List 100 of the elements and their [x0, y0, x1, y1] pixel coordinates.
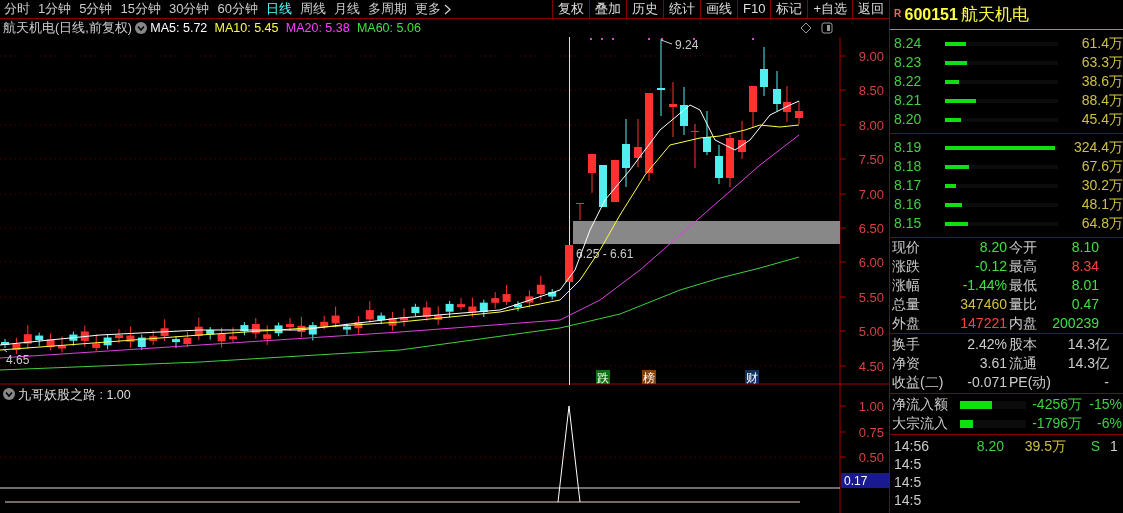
order-volume: 48.1万 [1081, 195, 1123, 214]
toolbar-button[interactable]: 历史 [626, 0, 663, 18]
order-volume: 67.6万 [1081, 157, 1123, 176]
order-volume: 64.8万 [1081, 214, 1123, 233]
order-volume: 88.4万 [1081, 91, 1123, 110]
price-axis-label: 5.50 [858, 290, 884, 305]
period-tab[interactable]: 多周期 [363, 0, 411, 18]
toolbar-button[interactable]: 复权 [552, 0, 589, 18]
flow-percent: -15% [1088, 395, 1122, 414]
tick-time: 14:5 [894, 473, 922, 491]
stat-label: 最高 [1009, 257, 1038, 276]
stat-value: 14.3亿 [1066, 335, 1110, 354]
flow-percent: -6% [1096, 414, 1122, 433]
order-price: 8.18 [894, 157, 923, 176]
toolbar-button[interactable]: F10 [737, 0, 771, 18]
stat-label: 外盘 [892, 314, 921, 333]
toolbar-button[interactable]: 画线 [700, 0, 737, 18]
order-price: 8.16 [894, 195, 923, 214]
order-volume: 324.4万 [1073, 138, 1123, 157]
tick-time: 14:5 [894, 491, 922, 509]
diamond-icon[interactable] [799, 22, 812, 34]
toolbar-button[interactable]: 返回 [852, 0, 889, 18]
event-tag: 财 [745, 370, 759, 385]
period-tab[interactable]: 日线 [261, 0, 296, 18]
flow-label: 净流入额 [892, 395, 949, 414]
stat-value: 0.47 [1070, 295, 1100, 314]
stat-value: -0.071 [966, 373, 1008, 392]
high-price-label: 9.24 [660, 38, 699, 52]
stat-value: -1.44% [961, 276, 1008, 295]
ma-value: MA20: 5.38 [285, 20, 350, 37]
order-price: 8.23 [894, 53, 923, 72]
order-volume: 45.4万 [1081, 110, 1123, 129]
price-axis-label: 6.50 [858, 221, 884, 236]
stat-label: 总量 [892, 295, 921, 314]
tick-volume: 39.5万 [1023, 437, 1066, 455]
tick-time: 14:5 [894, 455, 922, 473]
period-tab[interactable]: 周线 [295, 0, 330, 18]
low-price-label: 4.65 [2, 348, 30, 367]
stat-value: 8.34 [1070, 257, 1100, 276]
dropdown-icon[interactable] [135, 22, 148, 34]
stat-value: - [1103, 373, 1110, 392]
stat-value: 3.61 [978, 354, 1008, 373]
stat-value: 2.42% [966, 335, 1008, 354]
price-axis-label: 4.50 [858, 359, 884, 374]
stat-value: 347460 [959, 295, 1008, 314]
stat-label: 今开 [1009, 238, 1038, 257]
order-price: 8.15 [894, 214, 923, 233]
tick-time: 14:56 [894, 437, 931, 455]
order-volume: 63.3万 [1081, 53, 1123, 72]
indicator-axis-label: 0.75 [858, 425, 884, 440]
period-tab[interactable]: 月线 [329, 0, 364, 18]
stat-label: 涨跌 [892, 257, 921, 276]
toolbar-button[interactable]: 叠加 [589, 0, 626, 18]
stat-value: 200239 [1051, 314, 1100, 333]
panel-toggle-icon[interactable] [821, 22, 833, 34]
flow-label: 大宗流入 [892, 414, 949, 433]
price-axis-label: 6.00 [858, 255, 884, 270]
current-value-label: 0.17 [841, 473, 889, 488]
stat-label: PE(动) [1009, 373, 1051, 392]
price-axis-label: 9.00 [858, 49, 884, 64]
period-tab[interactable]: 更多 [410, 0, 455, 18]
dropdown-icon[interactable] [3, 388, 15, 400]
price-axis-label: 8.00 [858, 118, 884, 133]
stat-label: 流通 [1009, 354, 1038, 373]
price-axis-label: 5.00 [858, 324, 884, 339]
order-price: 8.20 [894, 110, 923, 129]
indicator-title: 九哥妖股之路 : 1.00 [18, 388, 131, 402]
stat-value: 8.20 [978, 238, 1008, 257]
stat-value: 8.10 [1070, 238, 1100, 257]
period-tab[interactable]: 60分钟 [213, 0, 262, 18]
order-volume: 61.4万 [1081, 34, 1123, 53]
stock-name: 航天机电 [961, 3, 1030, 26]
stock-code: 600151 [904, 4, 958, 25]
period-tab[interactable]: 30分钟 [164, 0, 214, 18]
stat-label: 内盘 [1009, 314, 1038, 333]
ma-value: MA60: 5.06 [356, 20, 421, 37]
period-tab[interactable]: 15分钟 [116, 0, 165, 18]
stat-label: 换手 [892, 335, 921, 354]
order-price: 8.17 [894, 176, 923, 195]
stat-value: 14.3亿 [1066, 354, 1110, 373]
stat-label: 股本 [1009, 335, 1038, 354]
period-tab[interactable]: 分时 [0, 0, 34, 18]
order-volume: 38.6万 [1081, 72, 1123, 91]
stat-label: 现价 [892, 238, 921, 257]
stat-label: 净资 [892, 354, 921, 373]
period-tab[interactable]: 1分钟 [34, 0, 76, 18]
order-price: 8.19 [894, 138, 923, 157]
ma-value: MA10: 5.45 [214, 20, 279, 37]
flow-amount: -4256万 [1031, 395, 1082, 414]
stat-value: 8.01 [1070, 276, 1100, 295]
chevron-right-icon [443, 4, 451, 16]
toolbar-button[interactable]: 统计 [663, 0, 700, 18]
event-tag: 榜 [642, 370, 656, 385]
toolbar-button[interactable]: +自选 [807, 0, 852, 18]
indicator-axis-label: 1.00 [858, 399, 884, 414]
toolbar-button[interactable]: 标记 [770, 0, 808, 18]
order-price: 8.21 [894, 91, 923, 110]
order-volume: 30.2万 [1081, 176, 1123, 195]
period-tab[interactable]: 5分钟 [75, 0, 117, 18]
stat-label: 最低 [1009, 276, 1038, 295]
